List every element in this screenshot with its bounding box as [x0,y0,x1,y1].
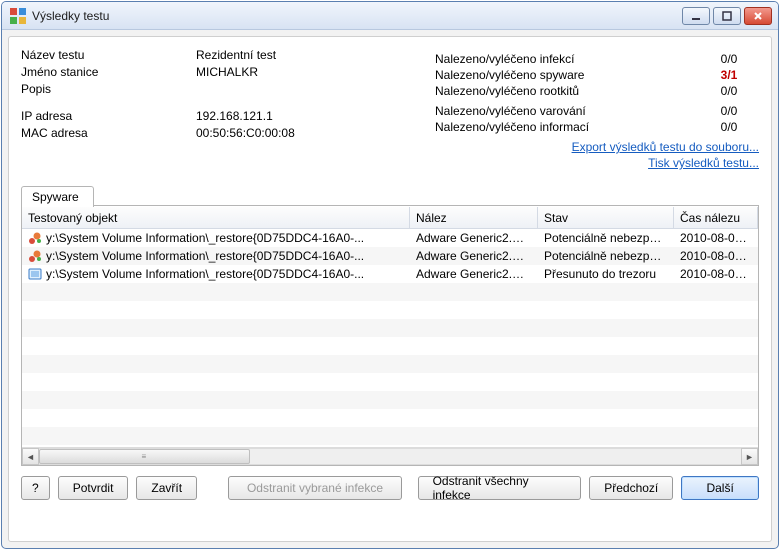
results-grid: Testovaný objekt Nález Stav Čas nálezu y… [21,206,759,466]
threat-icon [28,249,42,263]
label-station: Jméno stanice [21,64,196,81]
cell-finding: Adware Generic2.OGF [410,247,538,265]
cell-object: y:\System Volume Information\_restore{0D… [46,265,364,283]
stat-value-highlight: 3/1 [699,67,759,83]
label-ip: IP adresa [21,108,196,125]
threat-icon [28,267,42,281]
value-station: MICHALKR [196,64,258,81]
cell-object: y:\System Volume Information\_restore{0D… [46,247,364,265]
stat-value: 0/0 [699,83,759,99]
cell-status: Potenciálně nebezpečný o... [538,229,674,247]
previous-button[interactable]: Předchozí [589,476,673,500]
stat-value: 0/0 [699,119,759,135]
cell-object: y:\System Volume Information\_restore{0D… [46,229,364,247]
table-row[interactable]: y:\System Volume Information\_restore{0D… [22,265,758,283]
cell-status: Potenciálně nebezpečný o... [538,247,674,265]
label-test-name: Název testu [21,47,196,64]
col-header-finding[interactable]: Nález [410,207,538,228]
stat-label: Nalezeno/vyléčeno varování [435,103,699,119]
horizontal-scrollbar[interactable]: ◄ ≡ ► [22,447,758,465]
stat-label: Nalezeno/vyléčeno spyware [435,67,699,83]
table-row[interactable]: y:\System Volume Information\_restore{0D… [22,229,758,247]
label-mac: MAC adresa [21,125,196,142]
value-mac: 00:50:56:C0:00:08 [196,125,295,142]
stat-label: Nalezeno/vyléčeno informací [435,119,699,135]
grid-header: Testovaný objekt Nález Stav Čas nálezu [22,207,758,229]
value-test-name: Rezidentní test [196,47,276,64]
stat-label: Nalezeno/vyléčeno rootkitů [435,83,699,99]
close-button[interactable]: Zavřít [136,476,197,500]
tabs: Spyware [21,185,759,206]
stats-area: Nalezeno/vyléčeno infekcí0/0 Nalezeno/vy… [431,47,759,171]
scroll-thumb[interactable]: ≡ [39,449,250,464]
remove-selected-button: Odstranit vybrané infekce [228,476,401,500]
value-ip: 192.168.121.1 [196,108,273,125]
close-window-button[interactable] [744,7,772,25]
table-row[interactable]: y:\System Volume Information\_restore{0D… [22,247,758,265]
cell-time: 2010-08-04 02:43:28 [674,229,758,247]
help-button[interactable]: ? [21,476,50,500]
summary-area: Název testuRezidentní test Jméno stanice… [21,47,759,171]
scroll-right-button[interactable]: ► [741,448,758,465]
app-icon [10,8,26,24]
threat-icon [28,231,42,245]
export-links: Export výsledků testu do souboru... Tisk… [431,139,759,171]
titlebar: Výsledky testu [2,2,778,30]
content-panel: Název testuRezidentní test Jméno stanice… [8,36,772,542]
col-header-status[interactable]: Stav [538,207,674,228]
col-header-object[interactable]: Testovaný objekt [22,207,410,228]
scroll-left-button[interactable]: ◄ [22,448,39,465]
print-results-link[interactable]: Tisk výsledků testu... [431,155,759,171]
window-title: Výsledky testu [32,9,682,23]
window-controls [682,7,772,25]
minimize-button[interactable] [682,7,710,25]
cell-time: 2010-08-04 03:43:06 [674,247,758,265]
stat-value: 0/0 [699,51,759,67]
grid-body[interactable]: y:\System Volume Information\_restore{0D… [22,229,758,447]
maximize-button[interactable] [713,7,741,25]
window-frame: Výsledky testu Název testuRezidentní tes… [1,1,779,549]
remove-all-button[interactable]: Odstranit všechny infekce [418,476,582,500]
cell-time: 2010-08-04 05:31:06 [674,265,758,283]
tab-spyware[interactable]: Spyware [21,186,94,207]
col-header-time[interactable]: Čas nálezu [674,207,758,228]
cell-finding: Adware Generic2.OGF [410,229,538,247]
export-results-link[interactable]: Export výsledků testu do souboru... [431,139,759,155]
cell-finding: Adware Generic2.OGF [410,265,538,283]
label-desc: Popis [21,81,196,98]
stat-label: Nalezeno/vyléčeno infekcí [435,51,699,67]
scroll-track[interactable]: ≡ [39,448,741,465]
cell-status: Přesunuto do trezoru [538,265,674,283]
confirm-button[interactable]: Potvrdit [58,476,129,500]
test-info: Název testuRezidentní test Jméno stanice… [21,47,431,171]
stat-value: 0/0 [699,103,759,119]
footer-buttons: ? Potvrdit Zavřít Odstranit vybrané infe… [21,476,759,500]
next-button[interactable]: Další [681,476,759,500]
